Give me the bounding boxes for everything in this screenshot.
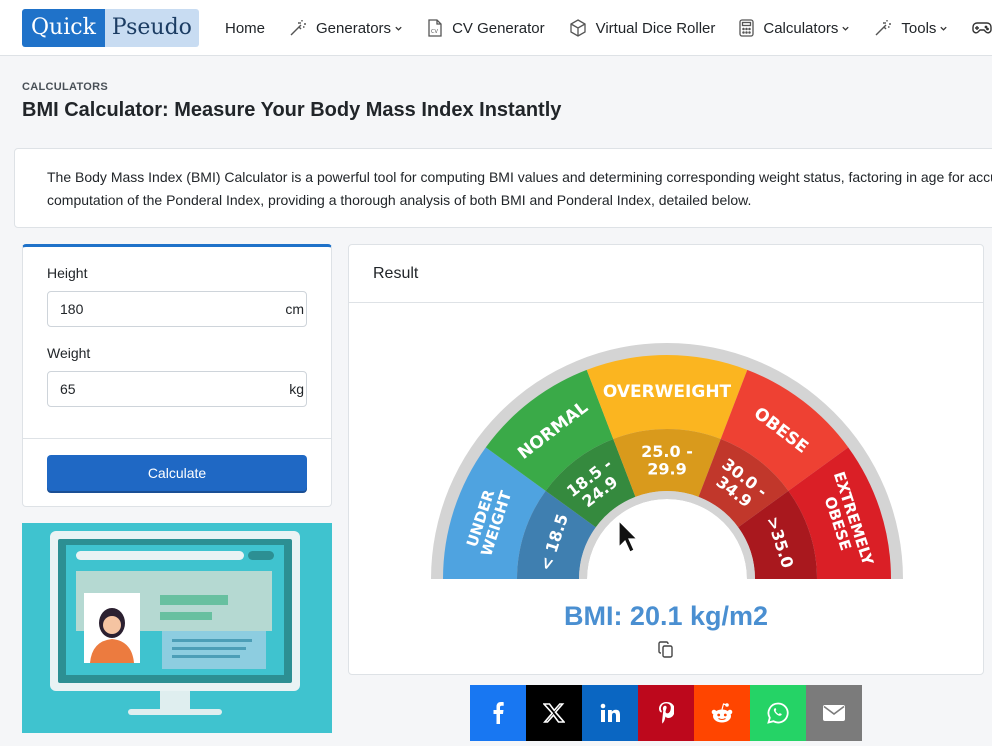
share-pinterest-button[interactable] (638, 685, 694, 741)
chevron-down-icon (395, 26, 402, 31)
height-input[interactable]: 180 cm (47, 291, 307, 327)
result-card: Result UNDERWEIGHT < 18.5 NORMAL 18.5 -24.9… (348, 244, 984, 675)
breadcrumb[interactable]: CALCULATORS (22, 81, 108, 93)
nav-generators-label: Generators (316, 19, 392, 37)
cv-document-icon: CV (428, 19, 442, 37)
weight-unit: kg (289, 381, 304, 397)
height-value: 180 (60, 301, 84, 317)
mouse-cursor-icon (618, 519, 639, 553)
weight-label: Weight (47, 345, 91, 361)
nav-dice-roller[interactable]: Virtual Dice Roller (569, 19, 716, 37)
avatar-face (103, 616, 121, 634)
cube-icon (569, 19, 586, 37)
nav-home[interactable]: Home (225, 20, 265, 37)
copy-icon[interactable] (658, 641, 674, 659)
bmi-gauge: UNDERWEIGHT < 18.5NORMAL18.5 -24.9OVERWEI… (431, 343, 903, 579)
height-unit: cm (285, 301, 304, 317)
intro-line-1: The Body Mass Index (BMI) Calculator is … (47, 169, 992, 185)
height-label: Height (47, 265, 88, 281)
x-logo-icon (543, 703, 565, 723)
envelope-icon (823, 705, 845, 721)
share-reddit-button[interactable] (694, 685, 750, 741)
top-navbar: Quick Pseudo Home Generators CV CV Gener… (0, 0, 992, 56)
gauge-range-3: 25.0 -29.9 (641, 442, 693, 479)
calculator-icon (739, 19, 755, 37)
share-bar (470, 685, 862, 741)
share-facebook-button[interactable] (470, 685, 526, 741)
form-divider (23, 438, 331, 439)
nav-generators[interactable]: Generators (289, 19, 403, 37)
share-linkedin-button[interactable] (582, 685, 638, 741)
magic-wand-icon (290, 20, 307, 36)
linkedin-icon (600, 703, 620, 722)
chevron-down-icon (940, 26, 948, 31)
svg-text:CV: CV (431, 29, 438, 35)
nav-home-label: Home (225, 19, 266, 37)
nav-cv-generator-label: CV Generator (452, 19, 545, 37)
profile-illustration (22, 523, 332, 733)
computer-profile-image (50, 531, 300, 715)
nav-tools-label: Tools (901, 19, 937, 37)
nav-tools[interactable]: Tools (874, 19, 948, 37)
gamepad-icon (972, 22, 992, 34)
site-logo[interactable]: Quick Pseudo (22, 9, 199, 47)
nav-dice-roller-label: Virtual Dice Roller (595, 19, 716, 37)
facebook-icon (493, 702, 504, 724)
main-menu: Home Generators CV CV Generator Virtual … (225, 0, 992, 55)
logo-pseudo: Pseudo (104, 9, 199, 47)
weight-value: 65 (60, 381, 76, 397)
chevron-down-icon (842, 26, 850, 31)
nav-calculators-label: Calculators (763, 19, 839, 37)
bmi-form-card: Height 180 cm Weight 65 kg Calculate (22, 244, 332, 507)
calculate-button[interactable]: Calculate (47, 455, 307, 491)
reddit-icon (711, 703, 733, 723)
logo-quick: Quick (22, 9, 105, 47)
pinterest-icon (659, 702, 674, 724)
whatsapp-icon (767, 702, 789, 724)
nav-calculators[interactable]: Calculators (739, 19, 850, 37)
page-title: BMI Calculator: Measure Your Body Mass I… (22, 99, 562, 121)
share-whatsapp-button[interactable] (750, 685, 806, 741)
magic-wand-icon (875, 20, 892, 36)
weight-input[interactable]: 65 kg (47, 371, 307, 407)
result-header: Result (349, 245, 983, 303)
intro-line-2: computation of the Ponderal Index, provi… (47, 192, 752, 208)
nav-entertainment[interactable]: E (972, 20, 992, 37)
bmi-result-value: BMI: 20.1 kg/m2 (563, 601, 769, 631)
gauge-label-3: OVERWEIGHT (603, 382, 732, 402)
intro-card: The Body Mass Index (BMI) Calculator is … (14, 148, 992, 228)
share-x-button[interactable] (526, 685, 582, 741)
share-email-button[interactable] (806, 685, 862, 741)
nav-cv-generator[interactable]: CV CV Generator (427, 19, 545, 37)
